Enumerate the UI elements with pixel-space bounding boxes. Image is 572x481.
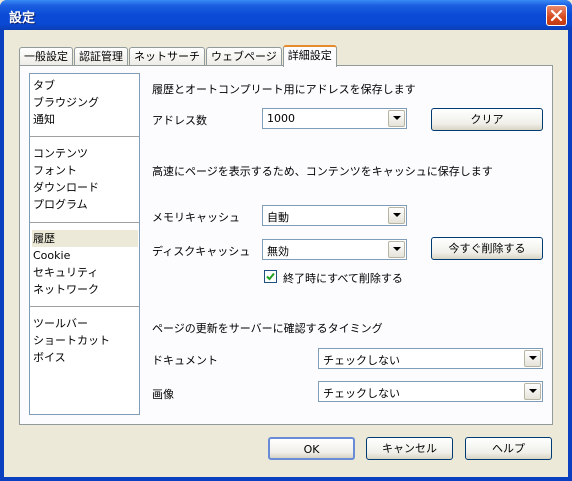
tab-web-page[interactable]: ウェブページ — [206, 47, 282, 66]
list-item[interactable]: プログラム — [32, 196, 138, 213]
help-button[interactable]: ヘルプ — [465, 437, 552, 460]
delete-now-button[interactable]: 今すぐ削除する — [431, 237, 543, 260]
tab-general[interactable]: 一般設定 — [19, 47, 73, 66]
list-item[interactable]: Cookie — [32, 247, 138, 264]
disk-cache-value: 無効 — [267, 245, 289, 258]
disk-cache-label: ディスクキャッシュ — [152, 245, 251, 258]
clear-on-exit-checkbox[interactable] — [264, 270, 277, 283]
list-item[interactable]: セキュリティ — [32, 264, 138, 281]
cache-section-label: 高速にページを表示するため、コンテンツをキャッシュに保存します — [152, 165, 493, 178]
clear-button[interactable]: クリア — [431, 108, 543, 131]
chevron-down-icon — [528, 389, 537, 393]
image-check-value: チェックしない — [323, 387, 400, 400]
memory-cache-label: メモリキャッシュ — [152, 211, 240, 224]
tab-advanced[interactable]: 詳細設定 — [282, 45, 337, 67]
list-item[interactable]: コンテンツ — [32, 145, 138, 162]
tab-auth[interactable]: 認証管理 — [74, 47, 128, 66]
category-list[interactable]: タブ ブラウジング 通知 コンテンツ フォント ダウンロード プログラム 履歴 … — [29, 73, 140, 415]
window-title: 設定 — [9, 11, 36, 26]
history-section-label: 履歴とオートコンプリート用にアドレスを保存します — [152, 83, 416, 96]
close-button[interactable] — [546, 5, 567, 26]
image-check-dropdown[interactable]: チェックしない — [318, 381, 543, 402]
list-divider — [30, 306, 139, 307]
document-check-value: チェックしない — [323, 354, 400, 367]
address-count-label: アドレス数 — [152, 114, 207, 127]
memory-cache-dropdown[interactable]: 自動 — [262, 205, 407, 226]
address-count-value: 1000 — [267, 112, 295, 125]
list-item[interactable]: ブラウジング — [32, 94, 138, 111]
list-divider — [30, 136, 139, 137]
list-item[interactable]: ネットワーク — [32, 281, 138, 298]
clear-on-exit-label[interactable]: 終了時にすべて削除する — [283, 270, 403, 286]
list-divider — [30, 222, 139, 223]
list-item[interactable]: ショートカット — [32, 332, 138, 349]
list-item[interactable]: 通知 — [32, 111, 138, 128]
document-check-dropdown[interactable]: チェックしない — [318, 348, 543, 369]
dropdown-arrow[interactable] — [388, 241, 405, 258]
list-item[interactable]: フォント — [32, 162, 138, 179]
cancel-button[interactable]: キャンセル — [366, 437, 453, 460]
list-item[interactable]: タブ — [32, 77, 138, 94]
title-bar[interactable]: 設定 — [0, 0, 572, 30]
document-label: ドキュメント — [152, 354, 218, 367]
chevron-down-icon — [392, 213, 401, 217]
memory-cache-value: 自動 — [267, 211, 289, 224]
address-count-dropdown[interactable]: 1000 — [262, 108, 407, 129]
list-item[interactable]: ツールバー — [32, 315, 138, 332]
check-timing-section-label: ページの更新をサーバーに確認するタイミング — [152, 322, 383, 335]
checkmark-icon — [266, 272, 275, 281]
ok-button[interactable]: OK — [268, 437, 355, 460]
chevron-down-icon — [528, 356, 537, 360]
tab-net-search[interactable]: ネットサーチ — [129, 47, 205, 66]
tab-strip: 一般設定 認証管理 ネットサーチ ウェブページ 詳細設定 — [19, 45, 338, 67]
list-item[interactable]: ダウンロード — [32, 179, 138, 196]
close-icon — [550, 9, 563, 22]
dropdown-arrow[interactable] — [524, 383, 541, 400]
dropdown-arrow[interactable] — [388, 207, 405, 224]
list-item[interactable]: ボイス — [32, 349, 138, 366]
chevron-down-icon — [392, 247, 401, 251]
list-item-selected[interactable]: 履歴 — [32, 230, 138, 247]
image-label: 画像 — [152, 388, 174, 401]
disk-cache-dropdown[interactable]: 無効 — [262, 239, 407, 260]
dropdown-arrow[interactable] — [524, 350, 541, 367]
chevron-down-icon — [392, 116, 401, 120]
dropdown-arrow[interactable] — [388, 110, 405, 127]
